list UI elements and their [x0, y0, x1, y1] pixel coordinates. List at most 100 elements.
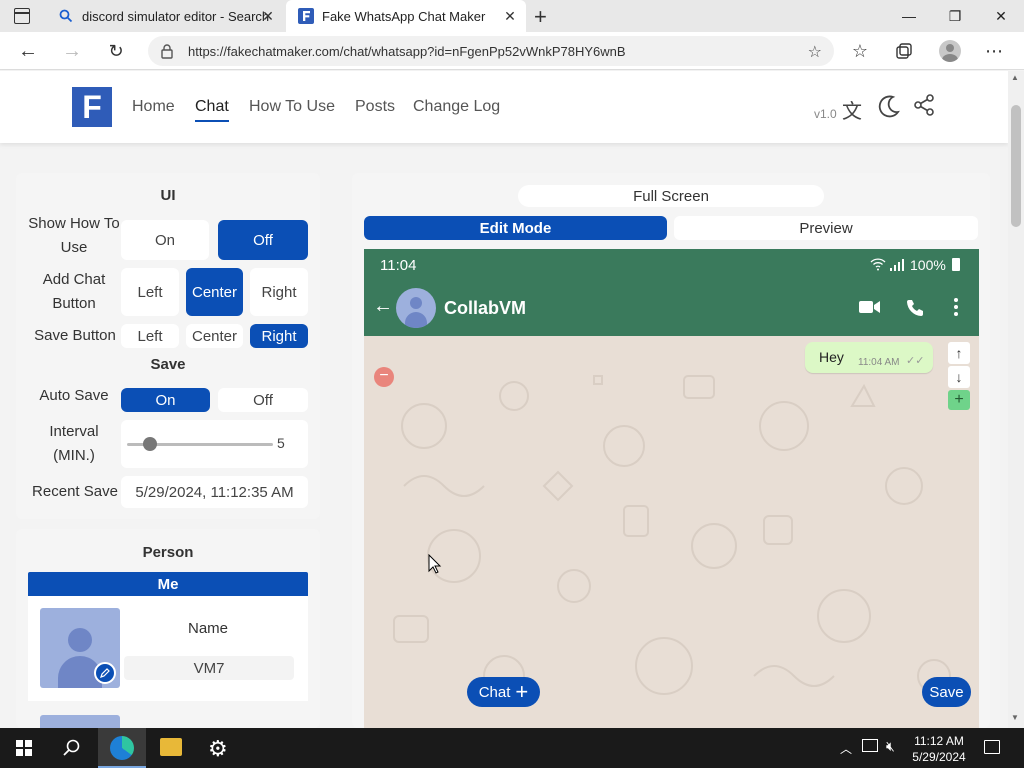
contact-avatar[interactable]	[396, 288, 436, 328]
more-menu-icon[interactable]: ⋯	[980, 37, 1008, 65]
nav-posts[interactable]: Posts	[355, 98, 395, 116]
close-tab-icon[interactable]: ✕	[260, 8, 276, 24]
add-chat-center-button[interactable]: Center	[186, 268, 243, 316]
edge-taskbar-icon[interactable]	[98, 728, 146, 768]
page-scrollbar[interactable]: ▲ ▼	[1008, 71, 1024, 728]
back-icon[interactable]: ←	[14, 37, 42, 65]
tray-chevron-icon[interactable]: ︿	[840, 740, 852, 757]
clock-date: 5/29/2024	[912, 750, 966, 764]
save-section-title: Save	[150, 356, 186, 373]
battery-icon	[952, 258, 960, 271]
windows-start-icon[interactable]	[16, 740, 32, 761]
save-button-label: Save Button	[34, 327, 116, 344]
dark-mode-icon[interactable]	[876, 93, 902, 124]
show-how-to-use-label: Show How To Use	[28, 215, 120, 256]
chat-menu-icon[interactable]	[954, 298, 958, 321]
windows-taskbar: ⚙ ︿ 🔇︎ 11:12 AM 5/29/2024	[0, 728, 1024, 768]
nav-home[interactable]: Home	[132, 98, 175, 116]
site-logo[interactable]: F	[72, 87, 112, 127]
favorites-icon[interactable]: ☆	[846, 37, 874, 65]
network-icon[interactable]	[862, 739, 878, 752]
auto-save-label: Auto Save	[39, 387, 109, 404]
browser-tab-active[interactable]: Fake WhatsApp Chat Maker ✕	[286, 0, 526, 32]
collections-icon[interactable]	[890, 37, 918, 65]
add-chat-button-label: Chat	[478, 683, 511, 701]
interval-slider-box: 5	[121, 420, 308, 468]
show-how-to-use-off-button[interactable]: Off	[218, 220, 308, 260]
save-center-button[interactable]: Center	[186, 324, 243, 348]
minimize-icon[interactable]: —	[886, 0, 932, 32]
person-tab-me[interactable]: Me	[28, 572, 308, 596]
name-label: Name	[187, 620, 228, 637]
double-check-icon: ✓✓	[906, 355, 925, 367]
tab-title: discord simulator editor - Search	[82, 8, 270, 24]
move-down-icon[interactable]: ↓	[948, 366, 970, 388]
person-panel-title: Person	[142, 544, 194, 561]
edit-mode-tab[interactable]: Edit Mode	[364, 216, 667, 240]
wifi-icon	[870, 257, 886, 274]
full-screen-button[interactable]: Full Screen	[518, 185, 824, 207]
restore-icon[interactable]: ❐	[932, 0, 978, 32]
recent-save-label: Recent Save	[32, 483, 118, 500]
video-call-icon[interactable]	[859, 300, 881, 319]
voice-call-icon[interactable]	[906, 299, 924, 322]
contact-name[interactable]: CollabVM	[444, 298, 526, 319]
add-chat-button[interactable]: Chat +	[467, 677, 540, 707]
new-tab-icon[interactable]: +	[534, 4, 547, 30]
taskbar-search-icon[interactable]	[63, 739, 81, 762]
nav-change-log[interactable]: Change Log	[413, 98, 500, 116]
add-message-icon[interactable]: +	[948, 390, 970, 410]
search-icon	[58, 8, 74, 24]
chat-wallpaper	[393, 375, 951, 697]
volume-icon[interactable]: 🔇︎	[886, 738, 895, 755]
auto-save-off-button[interactable]: Off	[218, 388, 308, 412]
interval-value: 5	[277, 435, 285, 451]
tab-actions-icon[interactable]	[14, 8, 30, 24]
auto-save-on-button[interactable]: On	[121, 388, 210, 412]
translate-icon[interactable]: 文	[842, 95, 862, 124]
browser-tab-search[interactable]: discord simulator editor - Search ✕	[46, 0, 284, 32]
show-how-to-use-on-button[interactable]: On	[121, 220, 209, 260]
version-label: v1.0	[814, 107, 837, 121]
tab-title: Fake WhatsApp Chat Maker	[322, 8, 486, 24]
clock[interactable]: 11:12 AM 5/29/2024	[906, 734, 972, 764]
scrollbar-thumb[interactable]	[1011, 105, 1021, 227]
refresh-icon[interactable]: ↻	[102, 37, 130, 65]
name-field[interactable]: VM7	[124, 656, 294, 680]
move-up-icon[interactable]: ↑	[948, 342, 970, 364]
remove-message-icon[interactable]: −	[374, 367, 394, 387]
clock-time: 11:12 AM	[914, 734, 964, 748]
notifications-icon[interactable]	[984, 740, 1000, 754]
avatar[interactable]	[40, 608, 120, 688]
second-person-avatar[interactable]	[40, 715, 120, 728]
back-arrow-icon[interactable]: ←	[373, 295, 393, 318]
add-chat-right-button[interactable]: Right	[250, 268, 308, 316]
signal-icon	[890, 258, 904, 274]
add-favorite-icon[interactable]: ☆	[808, 42, 822, 62]
add-chat-left-button[interactable]: Left	[121, 268, 179, 316]
phone-status-bar: 11:04 100%	[364, 249, 979, 281]
close-tab-icon[interactable]: ✕	[502, 8, 518, 24]
interval-label: Interval (MIN.)	[49, 423, 99, 464]
message-bubble[interactable]: Hey 11:04 AM ✓✓	[805, 342, 933, 373]
save-chat-button[interactable]: Save	[922, 677, 971, 707]
forward-icon[interactable]: →	[58, 37, 86, 65]
nav-chat[interactable]: Chat	[195, 98, 229, 122]
save-left-button[interactable]: Left	[121, 324, 179, 348]
close-window-icon[interactable]: ✕	[978, 0, 1024, 32]
recent-save-value: 5/29/2024, 11:12:35 AM	[121, 476, 308, 508]
ui-settings-panel: UI Show How To Use On Off Add Chat Butto…	[16, 173, 320, 519]
file-explorer-icon[interactable]	[160, 738, 182, 756]
site-header: F Home Chat How To Use Posts Change Log …	[0, 71, 1008, 143]
save-right-button[interactable]: Right	[250, 324, 308, 348]
profile-avatar[interactable]	[936, 37, 964, 65]
url-field[interactable]: https://fakechatmaker.com/chat/whatsapp?…	[148, 36, 834, 66]
interval-slider-thumb[interactable]	[143, 437, 157, 451]
message-time: 11:04 AM	[858, 357, 900, 368]
preview-tab[interactable]: Preview	[674, 216, 978, 240]
share-icon[interactable]	[912, 93, 936, 122]
nav-how-to-use[interactable]: How To Use	[249, 98, 335, 116]
site-favicon-icon	[298, 8, 314, 24]
settings-gear-icon[interactable]: ⚙	[208, 736, 228, 762]
edit-avatar-icon[interactable]	[94, 662, 116, 684]
